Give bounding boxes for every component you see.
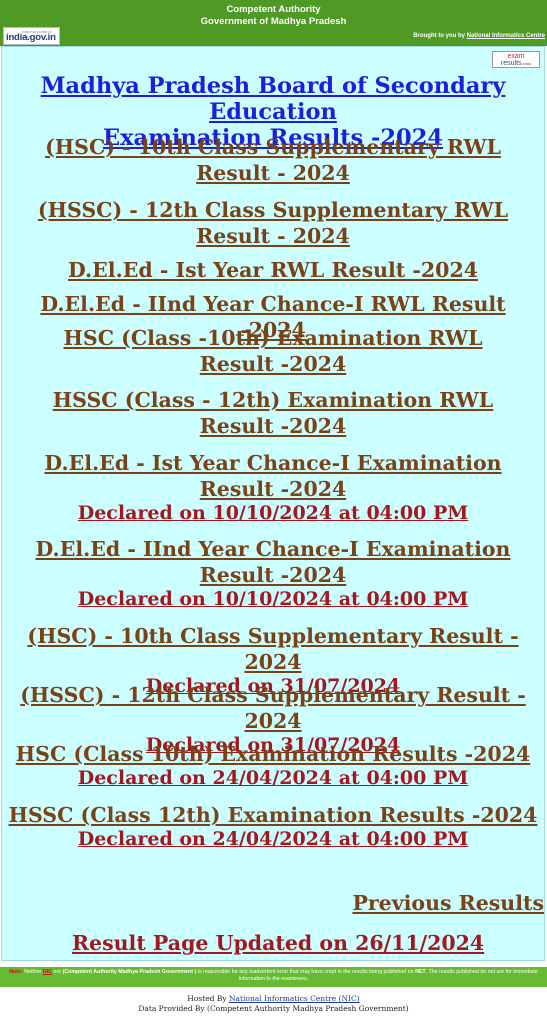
result-link[interactable]: D.El.Ed - Ist Year RWL Result -2024 [2,257,544,283]
result-link[interactable]: (HSSC) - 12th Class Supplementary RWL Re… [2,197,544,249]
result-link[interactable]: HSSC (Class - 12th) Examination RWL Resu… [2,387,544,439]
declared-date: Declared on 10/10/2024 at 04:00 PM [77,588,469,610]
result-item: (HSSC) - 12th Class Supplementary RWL Re… [2,197,544,249]
declared-date: Declared on 24/04/2024 at 04:00 PM [77,828,469,850]
result-item: HSC (Class -10th) Examination RWL Result… [2,325,544,377]
hosted-by: Hosted By National Informatics Centre (N… [0,994,547,1004]
note-neither: Neither [24,969,42,975]
brought-prefix: Brought to you by [413,33,465,39]
exam-logo-top: exam [507,53,525,60]
footer: Hosted By National Informatics Centre (N… [0,994,547,1014]
india-gov-logo[interactable]: national portal of india india.gov.in [3,27,60,45]
result-item: D.El.Ed - Ist Year Chance-I Examination … [2,450,544,524]
header-line2: Government of Madhya Pradesh [200,16,347,27]
result-item: HSSC (Class 12th) Examination Results -2… [2,802,544,850]
header-bar: Competent Authority Government of Madhya… [0,0,547,46]
result-item: D.El.Ed - Ist Year RWL Result -2024 [2,257,544,283]
note-text1: is responsible for any inadvertent error… [197,969,414,975]
title-line1: Madhya Pradesh Board of Secondary Educat… [40,73,506,125]
brought-by: Brought to you by National Informatics C… [413,33,545,39]
result-link[interactable]: (HSSC) - 12th Class Supplementary Result… [2,682,544,734]
header-title: Competent Authority Government of Madhya… [0,4,547,28]
exam-logo-bottom: results.india [500,60,532,67]
result-item: (HSC) - 10th Class Supplementary RWL Res… [2,134,544,186]
result-link[interactable]: D.El.Ed - IInd Year Chance-I Examination… [2,536,544,588]
result-item: D.El.Ed - IInd Year Chance-I Examination… [2,536,544,610]
declared-date: Declared on 10/10/2024 at 04:00 PM [77,502,469,524]
result-link[interactable]: HSC (Class 10th) Examination Results -20… [2,741,544,767]
result-link[interactable]: (HSC) - 10th Class Supplementary Result … [2,623,544,675]
results-panel: exam results.india Madhya Pradesh Board … [1,46,545,961]
result-link[interactable]: HSC (Class -10th) Examination RWL Result… [2,325,544,377]
note-nic: NIC [42,969,52,975]
previous-results-link[interactable]: Previous Results [352,891,544,915]
logo-text: india.gov.in [6,32,56,43]
header-line1: Competent Authority [226,4,321,15]
disclaimer-note: Note: Neither NIC nor (Competent Authori… [0,967,547,987]
note-label: Note: [9,969,23,975]
note-nor: nor [53,969,62,975]
nic-link[interactable]: National Informatics Centre [467,33,545,39]
exam-results-logo[interactable]: exam results.india [492,51,540,68]
hosted-link[interactable]: National Informatics Centre (NIC) [229,994,360,1003]
declared-date: Declared on 24/04/2024 at 04:00 PM [77,767,469,789]
result-item: HSSC (Class - 12th) Examination RWL Resu… [2,387,544,439]
hosted-prefix: Hosted By [187,994,227,1003]
result-link[interactable]: (HSC) - 10th Class Supplementary RWL Res… [2,134,544,186]
result-link[interactable]: D.El.Ed - Ist Year Chance-I Examination … [2,450,544,502]
result-link[interactable]: HSSC (Class 12th) Examination Results -2… [2,802,544,828]
result-item: HSC (Class 10th) Examination Results -20… [2,741,544,789]
data-provided: Data Provided By (Competent Authority Ma… [138,1004,409,1013]
note-authority: (Competent Authority Madhya Pradesh Gove… [62,969,197,975]
updated-date: Result Page Updated on 26/11/2024 [72,931,485,955]
note-net: NET [415,969,426,975]
